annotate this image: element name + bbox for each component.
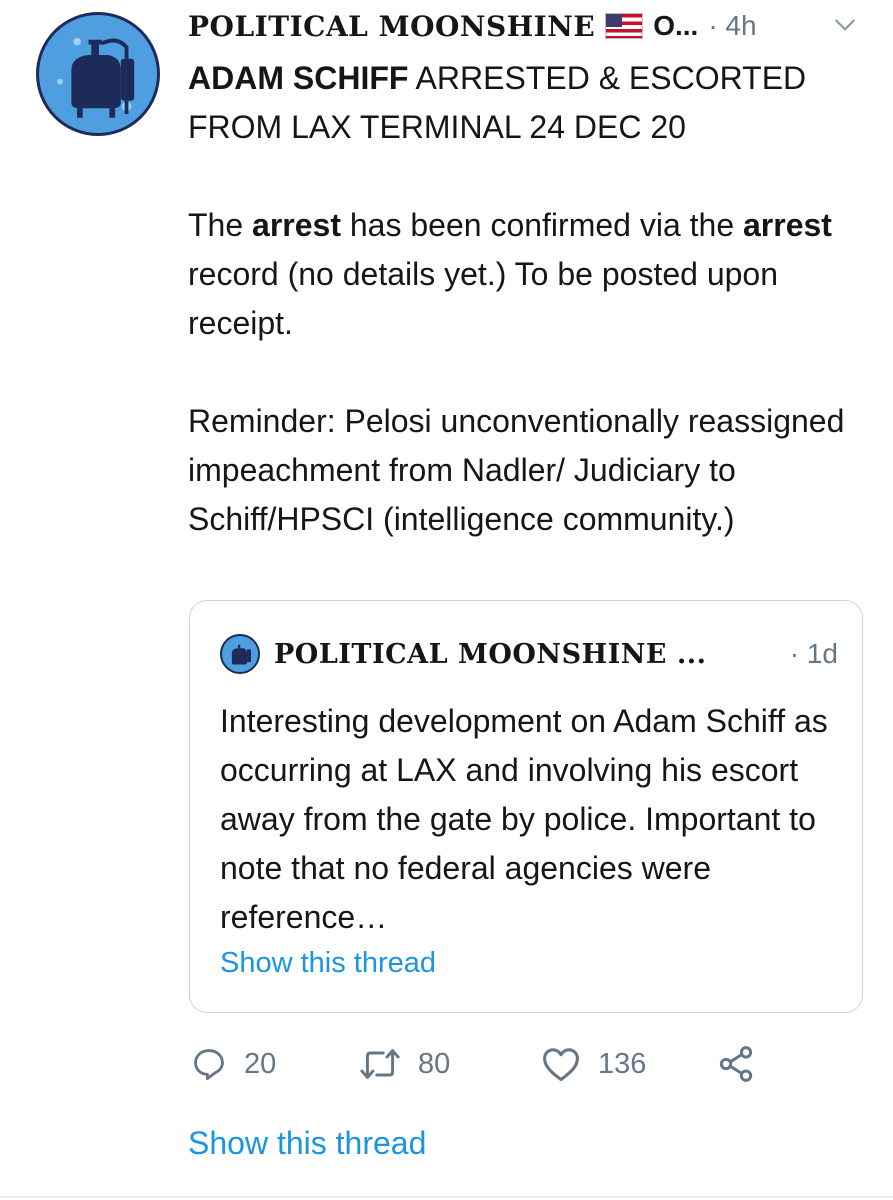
tweet-time: 4h [725,10,757,41]
para1-bold-1: arrest [252,207,341,243]
quoted-tweet-time: 1d [806,638,838,669]
author-avatar[interactable] [36,12,160,136]
quoted-tweet-timestamp: · 1d [790,638,838,670]
tweet-paragraph-1: The arrest has been confirmed via the ar… [188,201,868,348]
reply-button[interactable]: 20 [190,1040,276,1088]
reply-count: 20 [244,1047,277,1080]
tweet-headline: ADAM SCHIFF ARRESTED & ESCORTED FROM LAX… [188,54,868,152]
divider [0,1196,893,1198]
moonshine-still-icon [57,37,135,118]
quoted-tweet-text: Interesting development on Adam Schiff a… [220,703,828,935]
quoted-show-thread-link[interactable]: Show this thread [220,947,436,979]
like-count: 136 [598,1047,647,1080]
chevron-down-icon[interactable] [832,12,858,38]
retweet-count: 80 [418,1047,451,1080]
para1-bold-2: arrest [743,207,832,243]
heart-icon [543,1048,579,1082]
tweet-paragraph-2: Reminder: Pelosi unconventionally reassi… [188,403,845,537]
tweet-header: POLITICAL MOONSHINE O... · 4h [188,8,868,44]
separator-dot: · [708,10,718,41]
quoted-author-avatar [220,634,260,674]
show-thread-link[interactable]: Show this thread [188,1125,426,1162]
author-handle[interactable]: O... [653,10,698,42]
quoted-author-name: POLITICAL MOONSHINE ... [274,638,707,670]
tweet-actions: 20 80 136 [190,1040,770,1088]
reply-icon [194,1049,224,1080]
quoted-tweet-header: POLITICAL MOONSHINE ... · 1d [220,631,840,677]
para1-text-c: record (no details yet.) To be posted up… [188,256,778,341]
share-button[interactable] [716,1040,756,1088]
us-flag-icon [605,13,644,39]
like-button[interactable]: 136 [540,1040,646,1088]
tweet: POLITICAL MOONSHINE O... · 4h ADAM SCHIF… [0,0,893,1200]
para1-text-a: The [188,207,253,243]
separator-dot: · [789,638,800,669]
share-icon [719,1046,753,1082]
tweet-body: ADAM SCHIFF ARRESTED & ESCORTED FROM LAX… [188,54,868,544]
moonshine-still-icon [231,644,252,665]
tweet-timestamp[interactable]: · 4h [708,10,756,42]
headline-bold: ADAM SCHIFF [188,60,409,96]
quoted-tweet-card[interactable]: POLITICAL MOONSHINE ... · 1d Interesting… [189,600,863,1013]
para1-text-b: has been confirmed via the [340,207,743,243]
author-name[interactable]: POLITICAL MOONSHINE [188,10,595,43]
retweet-icon [360,1049,400,1079]
retweet-button[interactable]: 80 [358,1040,450,1088]
